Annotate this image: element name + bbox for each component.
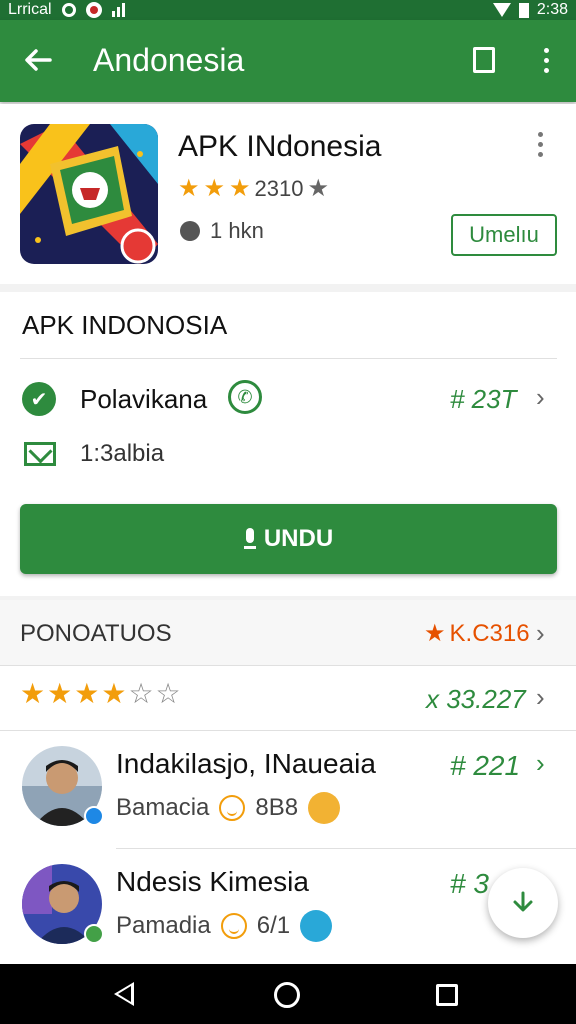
- nav-recent-icon[interactable]: [436, 984, 458, 1006]
- app-logo-icon: [20, 124, 158, 264]
- carrier-label: Lrrical: [8, 1, 52, 18]
- star-icon: ★: [203, 175, 226, 202]
- verified-badge-icon: [84, 806, 104, 826]
- reviewer-meta: Bamacia 8B8: [116, 792, 341, 824]
- row-label-primary[interactable]: Polavikana: [80, 384, 207, 415]
- install-outline-button[interactable]: Umelıu: [451, 214, 557, 256]
- wifi-icon: [492, 3, 511, 17]
- emoji-face-icon: [220, 913, 247, 939]
- download-fab[interactable]: [488, 868, 558, 938]
- divider: [20, 358, 557, 359]
- star-outline-icon: ☆: [128, 678, 154, 709]
- status-bar: Lrrical 2:38: [0, 0, 576, 20]
- star-icon: ★: [229, 175, 251, 202]
- square-icon: [473, 47, 495, 73]
- user-icon: [180, 221, 200, 241]
- reviewer-count: 6/1: [256, 912, 291, 939]
- more-vert-icon: [543, 47, 549, 53]
- reviewer-meta: Pamadia 6/1: [116, 910, 333, 942]
- window-button[interactable]: [466, 42, 502, 78]
- meta-text: 1 hkn: [210, 218, 264, 243]
- circle-status-icon: [61, 3, 76, 17]
- nav-back-icon[interactable]: [114, 982, 134, 1006]
- row-value-primary: # 23T: [450, 384, 517, 414]
- reviewer-sub: Bamacia: [116, 794, 210, 821]
- status-left: Lrrical: [8, 1, 125, 19]
- app-header-card: APK INdonesia ★ ★ ★ 2310 ★ 1 hkn Umelıu: [0, 104, 576, 284]
- reaction-icon: [308, 792, 341, 824]
- verified-badge-icon: [84, 924, 104, 944]
- app-name: APK INdonesia: [178, 130, 382, 163]
- rating-stars: ★ ★ ★ ★ ☆ ☆: [20, 680, 181, 708]
- status-right: 2:38: [492, 1, 568, 19]
- mic-icon: [243, 528, 256, 550]
- reviews-title: PONOATUOS: [20, 620, 172, 647]
- reviewer-name: Ndesis Kimesia: [116, 866, 309, 897]
- record-status-icon: [85, 2, 102, 18]
- divider: [116, 848, 576, 849]
- review-item[interactable]: Indakilasjo, INaueaia Bamacia 8B8 # 221 …: [0, 734, 576, 852]
- reviewer-name: Indakilasjo, INaueaia: [116, 748, 376, 779]
- stars-value: x 33.227: [426, 684, 526, 714]
- divider: [0, 730, 576, 731]
- info-card: APK INDONOSIA ✔ Polavikana ✆ # 23T › 1:3…: [0, 292, 576, 596]
- app-rating: ★ ★ ★ 2310 ★: [178, 176, 329, 202]
- app-bar: Andonesia: [0, 20, 576, 102]
- check-badge-icon: ✔: [22, 382, 56, 416]
- emoji-face-icon: [219, 795, 246, 821]
- system-nav-bar: [0, 964, 576, 1024]
- battery-icon: [518, 2, 529, 18]
- star-icon: ★: [47, 678, 73, 709]
- nav-home-icon[interactable]: [274, 982, 300, 1008]
- clock-time: 2:38: [536, 1, 568, 18]
- phone-icon[interactable]: ✆: [228, 380, 262, 414]
- app-meta: 1 hkn: [180, 218, 264, 244]
- rating-count: 2310: [254, 176, 304, 201]
- reaction-icon: [300, 910, 333, 942]
- app-more-button[interactable]: [538, 132, 543, 157]
- download-icon: [513, 891, 533, 912]
- chevron-right-icon[interactable]: ›: [536, 382, 545, 413]
- star-outline-icon: ☆: [155, 678, 181, 709]
- chevron-right-icon[interactable]: ›: [536, 618, 545, 649]
- reviews-header[interactable]: PONOATUOS ★ K.C316 ›: [0, 600, 576, 666]
- reviews-score: ★ K.C316: [424, 620, 530, 648]
- reviewer-count: 8B8: [255, 794, 299, 821]
- page-title: Andonesia: [93, 42, 245, 78]
- section-title: APK INDONOSIA: [22, 310, 228, 340]
- reviewer-value: # 221: [450, 750, 521, 781]
- star-icon: ★: [178, 175, 200, 202]
- back-arrow-icon: [25, 49, 52, 71]
- reviewer-value: # 3: [450, 868, 489, 899]
- reviewer-sub: Pamadia: [116, 912, 211, 939]
- chevron-right-icon[interactable]: ›: [536, 748, 545, 779]
- star-icon: ★: [101, 678, 127, 709]
- more-vert-icon: [538, 132, 543, 137]
- download-button[interactable]: UNDU: [20, 504, 557, 574]
- mail-icon: [24, 442, 56, 466]
- reviews-score-value: K.C316: [449, 620, 530, 647]
- signal-icon: [111, 3, 125, 17]
- download-button-label: UNDU: [263, 525, 334, 552]
- row-label-secondary[interactable]: 1:3albia: [80, 440, 164, 468]
- star-icon: ★: [20, 678, 46, 709]
- star-icon: ★: [74, 678, 100, 709]
- star-outline-icon: ★: [307, 175, 330, 202]
- overflow-menu-button[interactable]: [528, 42, 564, 78]
- chevron-right-icon[interactable]: ›: [536, 682, 545, 713]
- star-icon: ★: [424, 620, 446, 647]
- back-button[interactable]: [18, 40, 58, 80]
